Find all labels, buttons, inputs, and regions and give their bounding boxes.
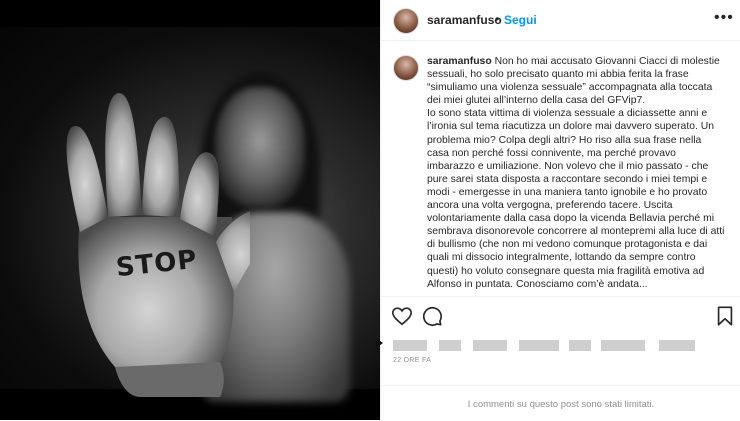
caption-area: saramanfuso Non ho mai accusato Giovanni… xyxy=(381,40,740,296)
caption-text: saramanfuso Non ho mai accusato Giovanni… xyxy=(427,55,725,291)
likes-avatar-blur xyxy=(393,340,427,351)
post-side-panel: saramanfuso • Segui ••• saramanfuso Non … xyxy=(380,0,740,420)
comments-limited-text: I commenti su questo post sono stati lim… xyxy=(467,399,655,410)
chevron-left-icon[interactable] xyxy=(376,338,383,348)
comments-limited-notice: I commenti su questo post sono stati lim… xyxy=(381,385,740,421)
post-header: saramanfuso • Segui ••• xyxy=(381,0,740,41)
action-bar xyxy=(381,296,740,331)
separator-dot: • xyxy=(495,12,500,26)
photo-image: STOP xyxy=(0,27,380,402)
heart-icon[interactable] xyxy=(391,305,413,327)
likes-text-blur xyxy=(473,340,507,351)
caption-paragraph-2: Io sono stata vittima di violenza sessua… xyxy=(427,108,725,290)
more-options-icon[interactable]: ••• xyxy=(714,9,734,27)
likes-text-blur xyxy=(659,340,695,351)
bookmark-icon[interactable] xyxy=(714,305,736,327)
comment-icon[interactable] xyxy=(421,305,443,327)
likes-text-blur xyxy=(569,340,591,351)
caption-avatar[interactable] xyxy=(393,55,419,81)
likes-text-blur xyxy=(519,340,559,351)
post-date[interactable]: 22 ORE FA xyxy=(393,357,431,364)
hand-graphic xyxy=(66,92,250,397)
caption-username[interactable]: saramanfuso xyxy=(427,56,492,67)
likes-row xyxy=(381,332,740,358)
post-photo[interactable]: STOP xyxy=(0,0,380,420)
avatar[interactable] xyxy=(393,8,419,34)
header-username[interactable]: saramanfuso xyxy=(427,13,502,27)
likes-text-blur xyxy=(439,340,461,351)
likes-text-blur xyxy=(601,340,645,351)
follow-button[interactable]: Segui xyxy=(504,13,537,27)
